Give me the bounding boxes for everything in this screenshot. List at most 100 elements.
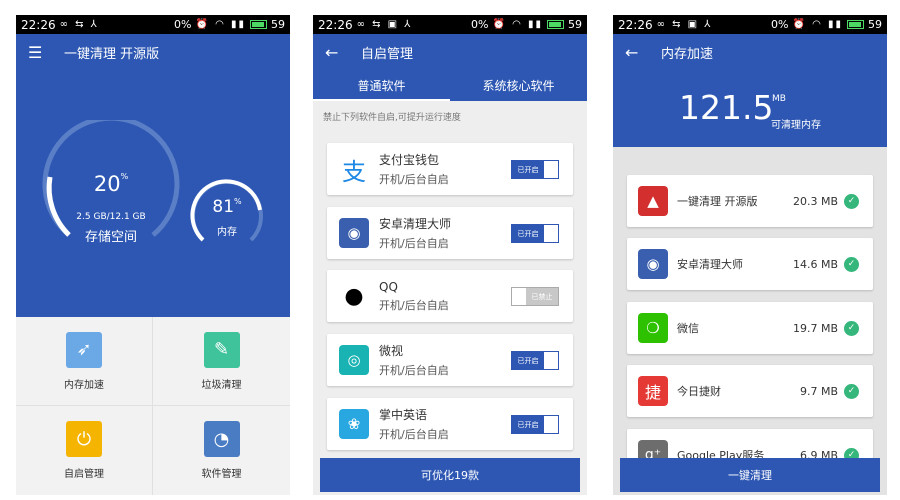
pie-chart-icon: ◔ — [203, 421, 240, 457]
app-size: 14.6 MB — [792, 257, 838, 271]
notification-icons: ∞ ⇆ ⅄ — [59, 19, 99, 30]
tile-junk-clean[interactable]: ✎ 垃圾清理 — [153, 317, 290, 406]
autostart-item[interactable]: 支 支付宝钱包开机/后台自启 已开启 — [327, 143, 573, 195]
storage-label: 存储空间 — [84, 230, 137, 245]
app-title: 一键清理 开源版 — [64, 46, 160, 62]
tile-memory-boost[interactable]: ➶ 内存加速 — [16, 317, 153, 406]
camera-icon: ◎ — [339, 345, 369, 375]
app-desc: 开机/后台自启 — [379, 173, 449, 186]
power-icon: ⏻ — [66, 421, 102, 457]
battery-icon — [250, 20, 267, 29]
app-name: 一键清理 开源版 — [677, 195, 758, 208]
tile-label: 内存加速 — [64, 379, 104, 391]
tile-label: 自启管理 — [64, 469, 104, 480]
status-percent: 0% — [174, 18, 192, 31]
check-icon[interactable]: ✓ — [844, 383, 859, 399]
app-bar: ← 内存加速 — [613, 34, 887, 70]
system-icons: ⏰ ◠ ▮▮ — [792, 19, 843, 30]
list-item[interactable]: ▲ 一键清理 开源版 20.3 MB ✓ — [627, 175, 873, 227]
toggle-label: 已开启 — [512, 161, 544, 178]
feature-grid: ➶ 内存加速 ✎ 垃圾清理 ⏻ 自启管理 ◔ 软件管理 — [16, 317, 290, 495]
penguin-icon: ● — [339, 281, 369, 311]
notification-icons: ∞ ⇆ ▣ ⅄ — [356, 19, 413, 30]
tile-autostart[interactable]: ⏻ 自启管理 — [16, 406, 153, 495]
app-name: 安卓清理大师 — [379, 217, 452, 231]
tab-system-apps[interactable]: 系统核心软件 — [450, 70, 587, 101]
broom-icon: ✎ — [203, 331, 240, 368]
memory-summary: 121.5 MB 可清理内存 — [613, 70, 887, 147]
list-item[interactable]: ❍ 微信 19.7 MB ✓ — [627, 302, 873, 354]
autostart-toggle[interactable]: 已开启 — [511, 160, 559, 179]
screen-home: 22:26 ∞ ⇆ ⅄ 0% ⏰ ◠ ▮▮ 59 ☰ 一键清理 开源版 20% … — [16, 15, 290, 495]
storage-percent: 20% — [93, 172, 129, 196]
app-name: 支付宝钱包 — [379, 153, 440, 167]
notification-icons: ∞ ⇆ ▣ ⅄ — [656, 19, 713, 30]
screen-autostart: 22:26 ∞ ⇆ ▣ ⅄ 0% ⏰ ◠ ▮▮ 59 ← 自启管理 普通软件 系… — [313, 15, 587, 495]
tile-label: 垃圾清理 — [201, 379, 242, 391]
autostart-item[interactable]: ❀ 掌中英语开机/后台自启 已开启 — [327, 398, 573, 450]
status-time: 22:26 — [21, 17, 56, 32]
toggle-label: 已开启 — [512, 225, 544, 242]
autostart-toggle[interactable]: 已开启 — [511, 415, 559, 434]
system-icons: ⏰ ◠ ▮▮ — [195, 19, 246, 30]
app-desc: 开机/后台自启 — [379, 428, 449, 441]
optimize-button[interactable]: 可优化19款 — [320, 458, 580, 492]
page-title: 自启管理 — [361, 46, 414, 62]
memory-label: 内存 — [217, 227, 237, 238]
tab-bar: 普通软件 系统核心软件 — [313, 70, 587, 101]
app-size: 19.7 MB — [792, 321, 838, 335]
rocket-icon: ➶ — [66, 331, 102, 368]
app-name: 掌中英语 — [379, 408, 428, 422]
check-icon[interactable]: ✓ — [844, 256, 859, 272]
check-icon[interactable]: ✓ — [844, 193, 859, 209]
status-bar: 22:26 ∞ ⇆ ▣ ⅄ 0% ⏰ ◠ ▮▮ 59 — [613, 15, 887, 34]
status-percent: 0% — [471, 18, 489, 31]
hint-text: 禁止下列软件自启,可提升运行速度 — [323, 113, 461, 123]
clean-button[interactable]: 一键清理 — [620, 458, 880, 492]
status-time: 22:26 — [318, 17, 353, 32]
app-desc: 开机/后台自启 — [379, 364, 449, 377]
process-list: ▲ 一键清理 开源版 20.3 MB ✓ ◉ 安卓清理大师 14.6 MB ✓ … — [613, 147, 887, 495]
alipay-icon: 支 — [339, 154, 369, 186]
status-bar: 22:26 ∞ ⇆ ⅄ 0% ⏰ ◠ ▮▮ 59 — [16, 15, 290, 34]
memory-caption: 可清理内存 — [771, 120, 821, 131]
autostart-item[interactable]: ◎ 微视开机/后台自启 已开启 — [327, 334, 573, 386]
broom-icon: ◉ — [339, 218, 369, 248]
check-icon[interactable]: ✓ — [844, 320, 859, 336]
app-bar: ← 自启管理 — [313, 34, 587, 70]
status-percent: 0% — [771, 18, 789, 31]
autostart-toggle[interactable]: 已开启 — [511, 351, 559, 370]
app-size: 20.3 MB — [792, 194, 838, 208]
autostart-item[interactable]: ● QQ 开机/后台自启 已禁止 — [327, 270, 573, 322]
app-name: 微视 — [379, 344, 404, 358]
battery-icon — [547, 20, 564, 29]
memory-gauge[interactable]: 81% 内存 — [188, 175, 266, 253]
autostart-toggle[interactable]: 已开启 — [511, 224, 559, 243]
autostart-toggle[interactable]: 已禁止 — [511, 287, 559, 306]
finance-icon: 捷 — [638, 376, 668, 406]
memory-unit: MB — [772, 94, 786, 104]
back-arrow-icon[interactable]: ← — [325, 43, 349, 62]
app-name: 安卓清理大师 — [677, 258, 743, 271]
page-title: 内存加速 — [661, 46, 714, 62]
battery-level: 59 — [271, 18, 285, 31]
memory-percent: 81% — [212, 197, 242, 217]
battery-level: 59 — [568, 18, 582, 31]
list-item[interactable]: 捷 今日捷财 9.7 MB ✓ — [627, 365, 873, 417]
toggle-label: 已开启 — [512, 352, 544, 369]
broom-icon: ◉ — [638, 249, 668, 279]
menu-icon[interactable]: ☰ — [28, 43, 52, 62]
shell-icon: ❀ — [339, 409, 369, 439]
cleaner-app-icon: ▲ — [638, 186, 668, 216]
tile-app-manager[interactable]: ◔ 软件管理 — [153, 406, 290, 495]
toggle-label: 已禁止 — [526, 288, 558, 305]
app-name: QQ — [379, 279, 398, 294]
back-arrow-icon[interactable]: ← — [625, 43, 649, 62]
app-name: 今日捷财 — [677, 385, 721, 398]
tile-label: 软件管理 — [201, 469, 242, 480]
memory-total: 121.5 — [679, 88, 774, 127]
autostart-item[interactable]: ◉ 安卓清理大师 开机/后台自启 已开启 — [327, 207, 573, 259]
tab-normal-apps[interactable]: 普通软件 — [313, 70, 450, 101]
list-item[interactable]: ◉ 安卓清理大师 14.6 MB ✓ — [627, 238, 873, 290]
storage-gauge[interactable]: 20% 2.5 GB/12.1 GB 存储空间 — [38, 120, 184, 266]
